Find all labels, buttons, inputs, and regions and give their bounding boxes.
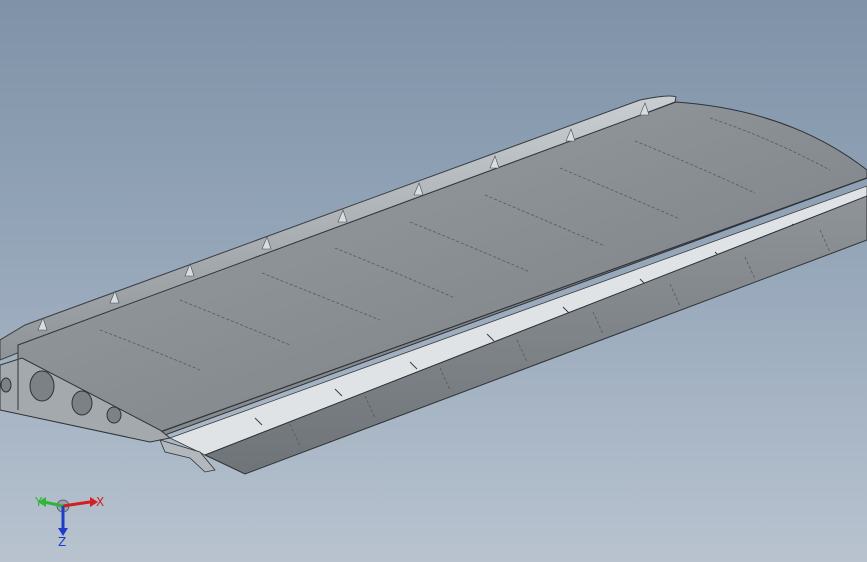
wing-assembly-model[interactable] bbox=[0, 0, 867, 562]
cad-viewport[interactable]: X Y Z bbox=[0, 0, 867, 562]
x-axis-label: X bbox=[96, 495, 104, 509]
axis-triad: X Y Z bbox=[34, 495, 104, 548]
z-axis-label: Z bbox=[58, 535, 66, 548]
y-axis-label: Y bbox=[34, 495, 43, 509]
